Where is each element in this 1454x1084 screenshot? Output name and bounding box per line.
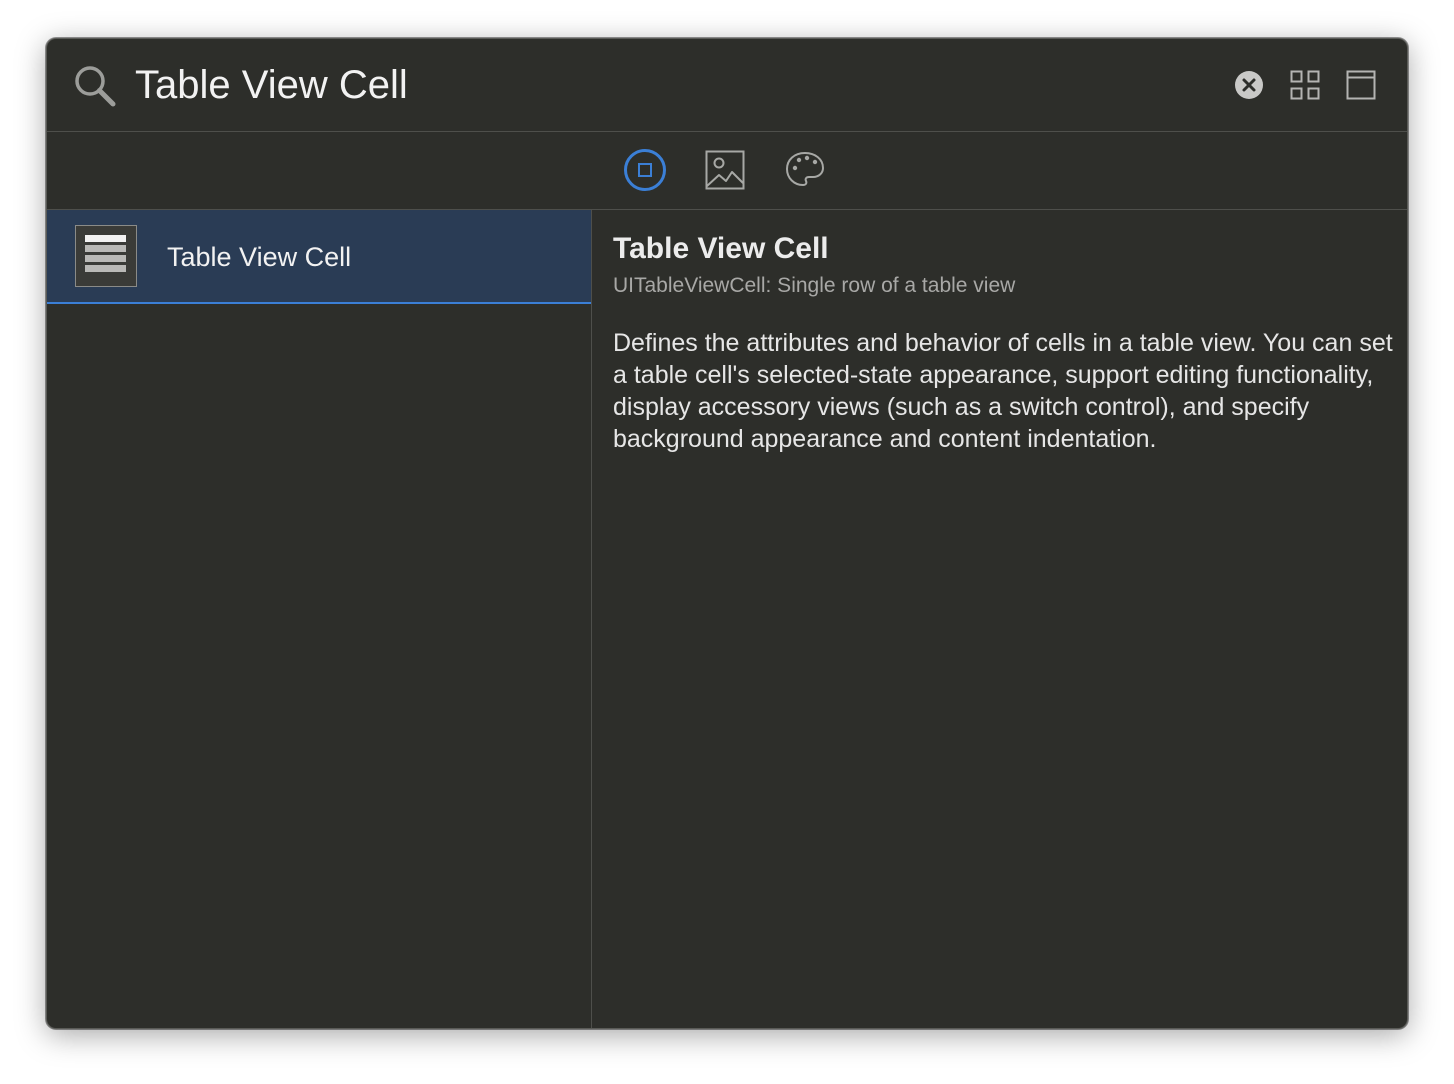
clear-icon[interactable]: [1231, 67, 1267, 103]
detail-description: Defines the attributes and behavior of c…: [613, 329, 1393, 453]
table-view-cell-icon: [75, 225, 137, 287]
detail-subtitle: UITableViewCell: Single row of a table v…: [613, 274, 1016, 297]
tab-colors[interactable]: [783, 148, 827, 192]
search-input[interactable]: [135, 57, 1185, 113]
search-icon: [73, 64, 117, 108]
filter-bar: [47, 132, 1407, 210]
list-item[interactable]: Table View Cell: [47, 210, 591, 304]
grid-view-icon[interactable]: [1287, 67, 1323, 103]
library-window: Table View Cell Table View Cell UITableV…: [46, 38, 1408, 1029]
image-icon: [705, 150, 745, 190]
object-square-icon: [624, 149, 666, 191]
palette-icon: [785, 151, 825, 187]
detail-title: Table View Cell: [613, 232, 829, 265]
tab-media[interactable]: [703, 148, 747, 192]
search-bar-actions: [1231, 67, 1379, 103]
detail-view-icon[interactable]: [1343, 67, 1379, 103]
detail-pane: Table View Cell UITableViewCell: Single …: [613, 229, 1393, 455]
search-bar: [47, 39, 1407, 132]
list-item-label: Table View Cell: [167, 242, 352, 272]
tab-objects[interactable]: [623, 148, 667, 192]
filter-tabs: [623, 148, 827, 192]
results-list: Table View Cell: [47, 210, 592, 1028]
